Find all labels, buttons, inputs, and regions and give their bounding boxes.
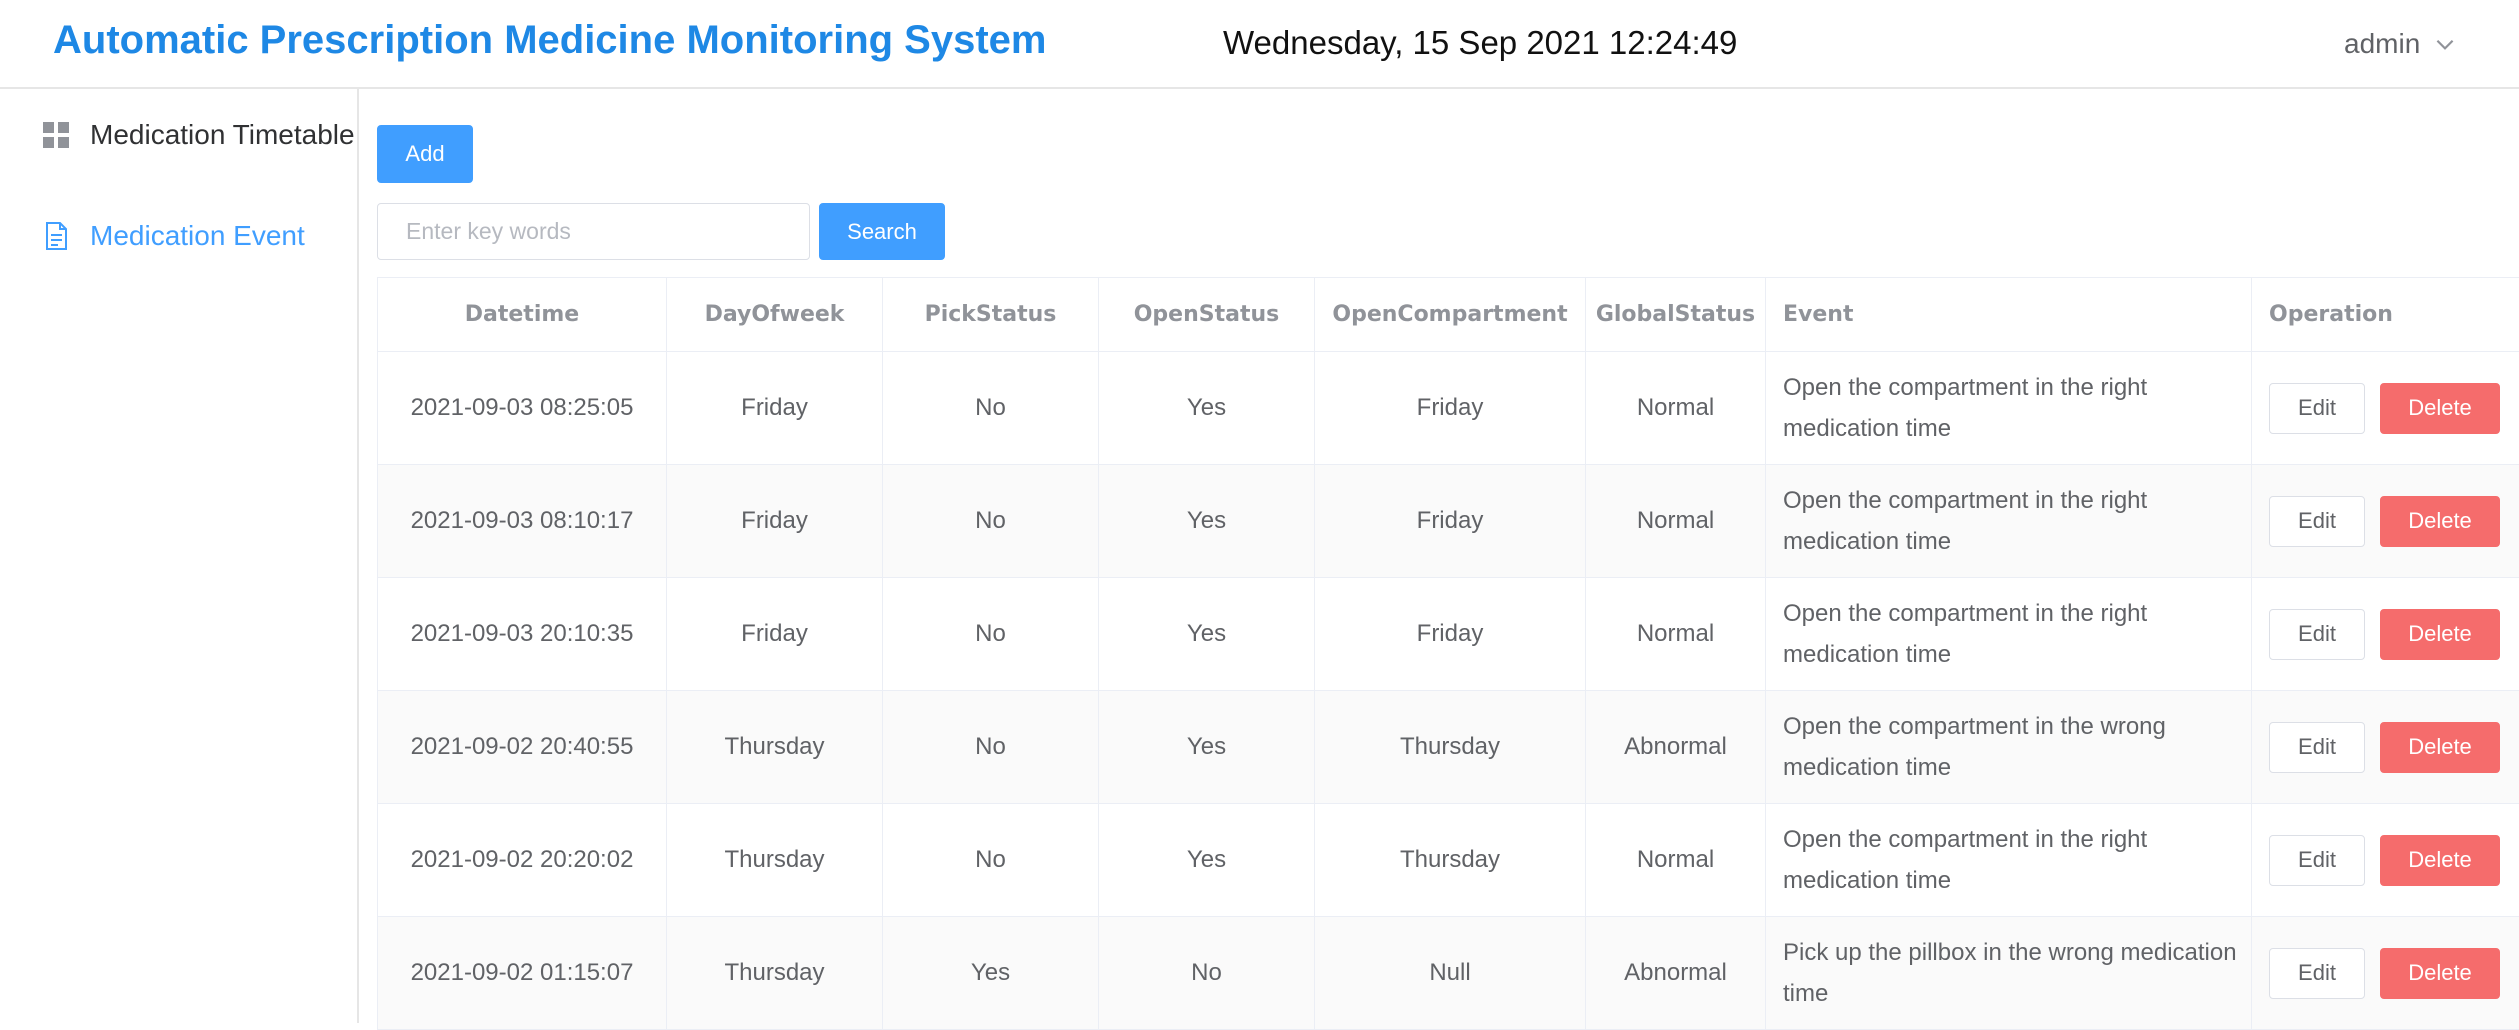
edit-button[interactable]: Edit (2269, 609, 2365, 660)
cell-openstatus: Yes (1099, 691, 1315, 804)
cell-dayofweek: Thursday (667, 691, 883, 804)
app-title: Automatic Prescription Medicine Monitori… (53, 18, 1046, 63)
table-header-row: Datetime DayOfweek PickStatus OpenStatus… (378, 278, 2519, 352)
cell-datetime: 2021-09-03 08:10:17 (378, 465, 667, 578)
cell-event: Open the compartment in the right medica… (1766, 578, 2252, 691)
cell-operation: Edit Delete (2252, 804, 2519, 917)
grid-icon (40, 119, 72, 151)
cell-datetime: 2021-09-03 20:10:35 (378, 578, 667, 691)
cell-event: Open the compartment in the right medica… (1766, 465, 2252, 578)
delete-button[interactable]: Delete (2380, 722, 2500, 773)
chevron-down-icon (2432, 31, 2458, 57)
cell-dayofweek: Friday (667, 352, 883, 465)
add-button[interactable]: Add (377, 125, 473, 183)
cell-opencompartment: Thursday (1315, 691, 1586, 804)
delete-button[interactable]: Delete (2380, 496, 2500, 547)
table-row: 2021-09-03 20:10:35 Friday No Yes Friday… (378, 578, 2519, 691)
column-header-openstatus[interactable]: OpenStatus (1099, 278, 1315, 352)
search-input[interactable] (377, 203, 810, 260)
cell-pickstatus: No (883, 691, 1099, 804)
delete-button[interactable]: Delete (2380, 835, 2500, 886)
edit-button[interactable]: Edit (2269, 948, 2365, 999)
cell-opencompartment: Thursday (1315, 804, 1586, 917)
app-header: Automatic Prescription Medicine Monitori… (0, 0, 2519, 89)
delete-button[interactable]: Delete (2380, 948, 2500, 999)
table-row: 2021-09-02 20:40:55 Thursday No Yes Thur… (378, 691, 2519, 804)
edit-button[interactable]: Edit (2269, 722, 2365, 773)
cell-dayofweek: Friday (667, 578, 883, 691)
cell-opencompartment: Friday (1315, 578, 1586, 691)
cell-openstatus: Yes (1099, 465, 1315, 578)
cell-datetime: 2021-09-02 20:20:02 (378, 804, 667, 917)
cell-event: Open the compartment in the right medica… (1766, 352, 2252, 465)
cell-operation: Edit Delete (2252, 578, 2519, 691)
column-header-operation: Operation (2252, 278, 2519, 352)
sidebar-item-label: Medication Timetable (90, 119, 355, 151)
cell-event: Pick up the pillbox in the wrong medicat… (1766, 917, 2252, 1030)
delete-button[interactable]: Delete (2380, 609, 2500, 660)
cell-globalstatus: Normal (1586, 804, 1766, 917)
sidebar-item-medication-event[interactable]: Medication Event (40, 220, 305, 252)
cell-pickstatus: Yes (883, 917, 1099, 1030)
medication-event-table: Datetime DayOfweek PickStatus OpenStatus… (377, 277, 2519, 1030)
cell-opencompartment: Friday (1315, 352, 1586, 465)
cell-globalstatus: Normal (1586, 578, 1766, 691)
cell-globalstatus: Abnormal (1586, 917, 1766, 1030)
delete-button[interactable]: Delete (2380, 383, 2500, 434)
cell-openstatus: Yes (1099, 804, 1315, 917)
cell-pickstatus: No (883, 578, 1099, 691)
edit-button[interactable]: Edit (2269, 496, 2365, 547)
column-header-dayofweek[interactable]: DayOfweek (667, 278, 883, 352)
cell-event: Open the compartment in the right medica… (1766, 804, 2252, 917)
cell-openstatus: Yes (1099, 578, 1315, 691)
cell-pickstatus: No (883, 352, 1099, 465)
cell-datetime: 2021-09-02 20:40:55 (378, 691, 667, 804)
user-menu[interactable]: admin (2344, 28, 2458, 60)
column-header-event[interactable]: Event (1766, 278, 2252, 352)
cell-globalstatus: Normal (1586, 465, 1766, 578)
cell-globalstatus: Abnormal (1586, 691, 1766, 804)
search-button[interactable]: Search (819, 203, 945, 260)
user-name: admin (2344, 28, 2420, 60)
sidebar-item-label: Medication Event (90, 220, 305, 252)
column-header-pickstatus[interactable]: PickStatus (883, 278, 1099, 352)
current-datetime: Wednesday, 15 Sep 2021 12:24:49 (1223, 24, 1737, 62)
cell-dayofweek: Thursday (667, 917, 883, 1030)
table-row: 2021-09-02 20:20:02 Thursday No Yes Thur… (378, 804, 2519, 917)
cell-operation: Edit Delete (2252, 691, 2519, 804)
edit-button[interactable]: Edit (2269, 835, 2365, 886)
column-header-opencompartment[interactable]: OpenCompartment (1315, 278, 1586, 352)
column-header-globalstatus[interactable]: GlobalStatus (1586, 278, 1766, 352)
cell-datetime: 2021-09-03 08:25:05 (378, 352, 667, 465)
cell-operation: Edit Delete (2252, 352, 2519, 465)
cell-datetime: 2021-09-02 01:15:07 (378, 917, 667, 1030)
sidebar: Medication Timetable Medication Event (0, 89, 359, 1023)
cell-operation: Edit Delete (2252, 465, 2519, 578)
cell-dayofweek: Friday (667, 465, 883, 578)
document-icon (40, 220, 72, 252)
sidebar-item-medication-timetable[interactable]: Medication Timetable (40, 119, 355, 151)
cell-event: Open the compartment in the wrong medica… (1766, 691, 2252, 804)
table-row: 2021-09-02 01:15:07 Thursday Yes No Null… (378, 917, 2519, 1030)
cell-openstatus: No (1099, 917, 1315, 1030)
cell-globalstatus: Normal (1586, 352, 1766, 465)
cell-opencompartment: Null (1315, 917, 1586, 1030)
cell-openstatus: Yes (1099, 352, 1315, 465)
cell-opencompartment: Friday (1315, 465, 1586, 578)
cell-operation: Edit Delete (2252, 917, 2519, 1030)
table-row: 2021-09-03 08:25:05 Friday No Yes Friday… (378, 352, 2519, 465)
cell-pickstatus: No (883, 465, 1099, 578)
cell-pickstatus: No (883, 804, 1099, 917)
column-header-datetime[interactable]: Datetime (378, 278, 667, 352)
edit-button[interactable]: Edit (2269, 383, 2365, 434)
table-row: 2021-09-03 08:10:17 Friday No Yes Friday… (378, 465, 2519, 578)
cell-dayofweek: Thursday (667, 804, 883, 917)
